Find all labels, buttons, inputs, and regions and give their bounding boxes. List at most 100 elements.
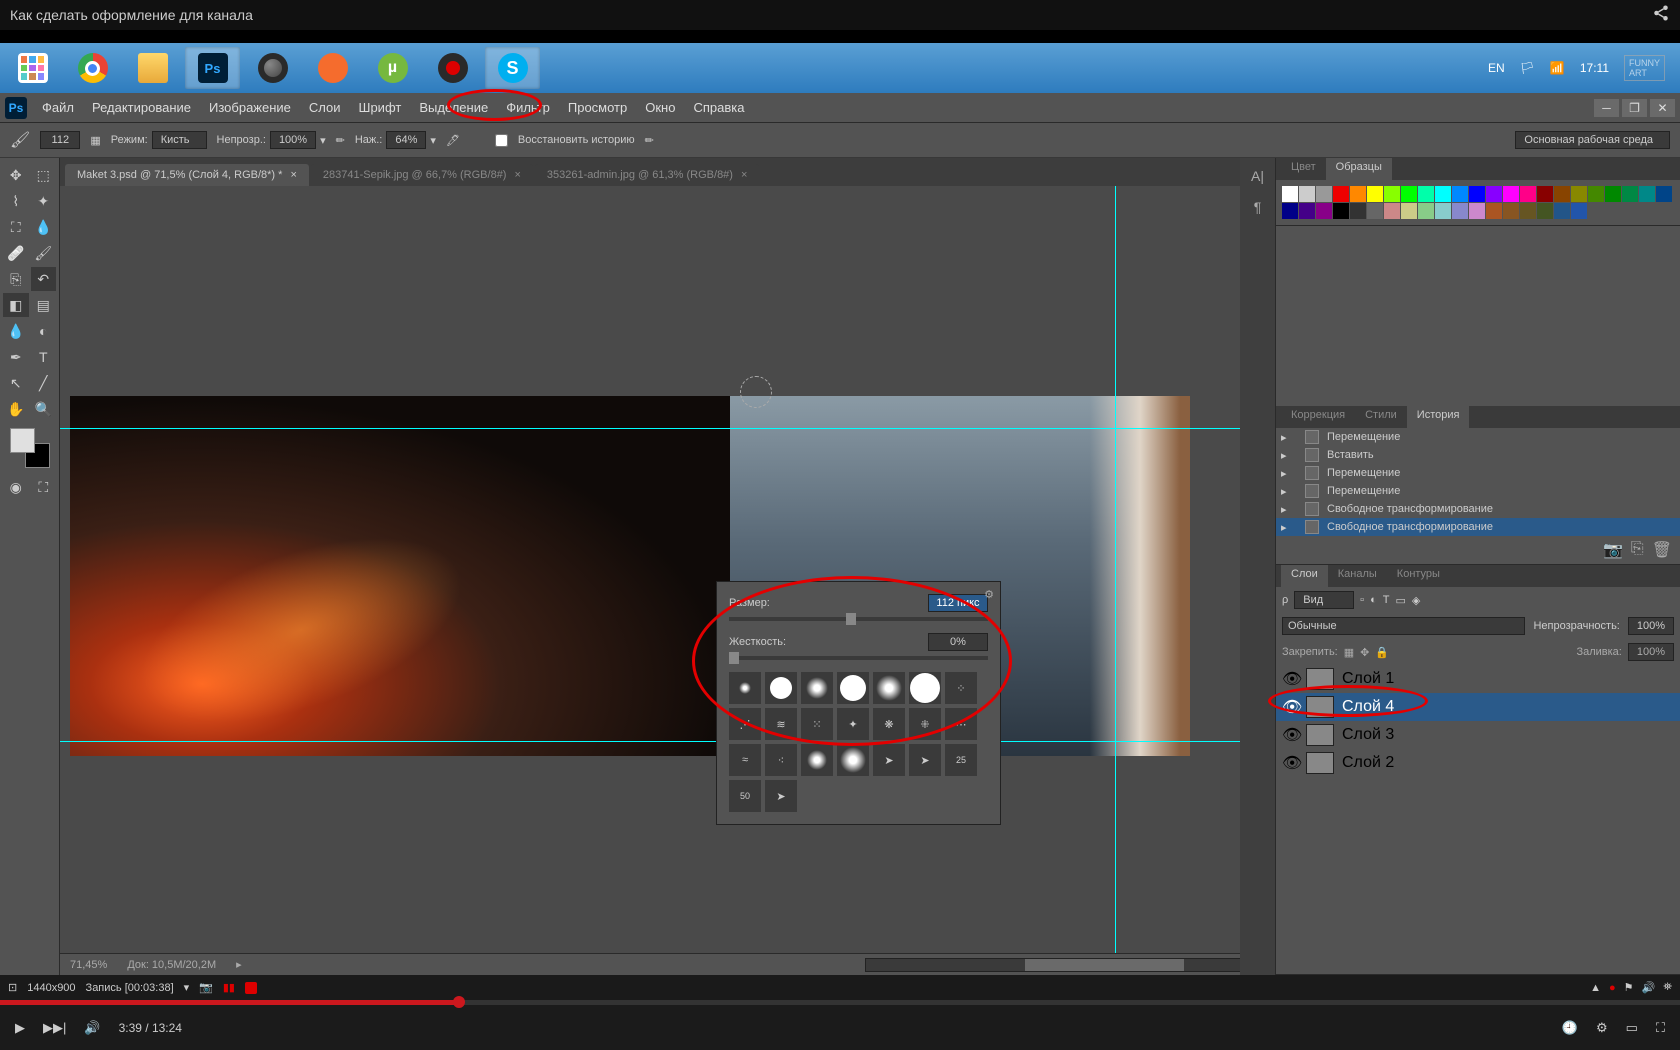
swatch[interactable]	[1316, 186, 1332, 202]
filter-type-icon[interactable]: T	[1383, 594, 1390, 606]
swatch[interactable]	[1520, 203, 1536, 219]
history-item[interactable]: ▸Свободное трансформирование	[1276, 500, 1680, 518]
eraser-tool[interactable]: ◧	[3, 293, 29, 317]
taskbar-start[interactable]	[5, 47, 60, 89]
swatch[interactable]	[1571, 203, 1587, 219]
visibility-icon[interactable]: 👁	[1282, 753, 1298, 773]
flag-icon[interactable]: 🏳	[1520, 61, 1535, 75]
theater-icon[interactable]: ▭	[1626, 1020, 1638, 1036]
swatch[interactable]	[1282, 186, 1298, 202]
tab-color[interactable]: Цвет	[1281, 158, 1326, 180]
tool-preset-icon[interactable]: 🖌	[10, 130, 30, 150]
taskbar-utorrent[interactable]: µ	[365, 47, 420, 89]
brush-preset[interactable]: ⁖	[765, 744, 797, 776]
fullscreen-icon[interactable]: ⛶	[1656, 1020, 1665, 1036]
taskbar-origin[interactable]	[305, 47, 360, 89]
quickmask-icon[interactable]: ◉	[3, 475, 29, 499]
brush-preset[interactable]: ≈	[729, 744, 761, 776]
brush-size-input[interactable]	[928, 594, 988, 612]
brush-preset[interactable]: ❋	[873, 708, 905, 740]
flow-value[interactable]: 64%	[386, 131, 426, 149]
maximize-button[interactable]: ❐	[1622, 99, 1647, 117]
swatch[interactable]	[1537, 203, 1553, 219]
visibility-icon[interactable]: 👁	[1282, 669, 1298, 689]
doc-tab-2[interactable]: 283741-Sepik.jpg @ 66,7% (RGB/8#)×	[311, 164, 533, 186]
chevron-right-icon[interactable]: ▸	[236, 958, 242, 971]
layer-item[interactable]: 👁Слой 1	[1276, 665, 1680, 693]
swatch[interactable]	[1282, 203, 1298, 219]
brush-preset[interactable]: ➤	[765, 780, 797, 812]
stop-record-icon[interactable]	[245, 982, 257, 994]
lock-pixels-icon[interactable]: ▦	[1344, 646, 1354, 659]
swatch[interactable]	[1452, 186, 1468, 202]
swatch[interactable]	[1486, 203, 1502, 219]
camera-icon[interactable]: 📷	[199, 981, 213, 994]
tab-layers[interactable]: Слои	[1281, 565, 1328, 587]
stamp-tool[interactable]: ⎘	[3, 267, 29, 291]
hand-tool[interactable]: ✋	[3, 397, 29, 421]
swatch[interactable]	[1622, 186, 1638, 202]
tab-adjustments[interactable]: Коррекция	[1281, 406, 1355, 428]
healing-tool[interactable]: 🩹	[3, 241, 29, 265]
history-item[interactable]: ▸Вставить	[1276, 446, 1680, 464]
brush-preset[interactable]	[837, 672, 869, 704]
tab-channels[interactable]: Каналы	[1328, 565, 1387, 587]
swatch[interactable]	[1384, 186, 1400, 202]
swatch[interactable]	[1401, 203, 1417, 219]
filter-image-icon[interactable]: ▫	[1360, 594, 1364, 606]
tab-swatches[interactable]: Образцы	[1326, 158, 1392, 180]
close-icon[interactable]: ×	[741, 169, 747, 181]
tray-icon[interactable]: ●	[1609, 982, 1616, 994]
brush-preset[interactable]: ⋰	[729, 708, 761, 740]
menu-select[interactable]: Выделение	[419, 100, 488, 115]
zoom-tool[interactable]: 🔍	[31, 397, 57, 421]
swatch[interactable]	[1435, 186, 1451, 202]
close-button[interactable]: ✕	[1650, 99, 1675, 117]
menu-type[interactable]: Шрифт	[359, 100, 402, 115]
history-brush-tool[interactable]: ↶	[31, 267, 57, 291]
recorder-icon[interactable]: ⊡	[8, 981, 17, 994]
swatch[interactable]	[1418, 203, 1434, 219]
shape-tool[interactable]: ╱	[31, 371, 57, 395]
lock-all-icon[interactable]: 🔒	[1375, 646, 1389, 659]
swatch[interactable]	[1401, 186, 1417, 202]
filter-smart-icon[interactable]: ◈	[1412, 594, 1420, 607]
swatch[interactable]	[1605, 186, 1621, 202]
clock[interactable]: 17:11	[1580, 61, 1609, 75]
language-indicator[interactable]: EN	[1488, 61, 1505, 75]
history-item[interactable]: ▸Перемещение	[1276, 428, 1680, 446]
filter-adjust-icon[interactable]: ◐	[1370, 594, 1377, 606]
brush-hardness-input[interactable]	[928, 633, 988, 651]
swatch[interactable]	[1554, 186, 1570, 202]
swatch[interactable]	[1469, 203, 1485, 219]
swatch[interactable]	[1367, 186, 1383, 202]
taskbar-chrome[interactable]	[65, 47, 120, 89]
swatch[interactable]	[1418, 186, 1434, 202]
pressure-opacity-icon[interactable]: ✏	[336, 134, 345, 147]
swatch[interactable]	[1639, 186, 1655, 202]
screenmode-icon[interactable]: ⛶	[31, 475, 57, 499]
visibility-icon[interactable]: 👁	[1282, 725, 1298, 745]
path-tool[interactable]: ↖	[3, 371, 29, 395]
taskbar-explorer[interactable]	[125, 47, 180, 89]
layer-item[interactable]: 👁Слой 3	[1276, 721, 1680, 749]
pause-icon[interactable]: ▮▮	[223, 981, 235, 994]
brush-preset[interactable]: ⁜	[909, 708, 941, 740]
snapshot-icon[interactable]: 📷	[1603, 540, 1623, 560]
progress-handle[interactable]	[453, 996, 465, 1008]
brush-preset[interactable]: ⋯	[945, 708, 977, 740]
color-picker[interactable]	[10, 428, 50, 468]
brush-preset[interactable]: ✦	[837, 708, 869, 740]
gear-icon[interactable]: ⚙	[984, 588, 994, 601]
brush-preset[interactable]	[909, 672, 941, 704]
minimize-button[interactable]: ─	[1594, 99, 1619, 117]
tray-icon[interactable]: ⚑	[1624, 981, 1634, 994]
eyedropper-tool[interactable]: 💧	[31, 215, 57, 239]
swatch[interactable]	[1486, 186, 1502, 202]
swatch[interactable]	[1384, 203, 1400, 219]
history-item[interactable]: ▸Свободное трансформирование	[1276, 518, 1680, 536]
brush-size-slider[interactable]	[729, 617, 988, 621]
menu-edit[interactable]: Редактирование	[92, 100, 191, 115]
doc-info[interactable]: Док: 10,5M/20,2M	[127, 959, 216, 971]
swatch[interactable]	[1503, 186, 1519, 202]
